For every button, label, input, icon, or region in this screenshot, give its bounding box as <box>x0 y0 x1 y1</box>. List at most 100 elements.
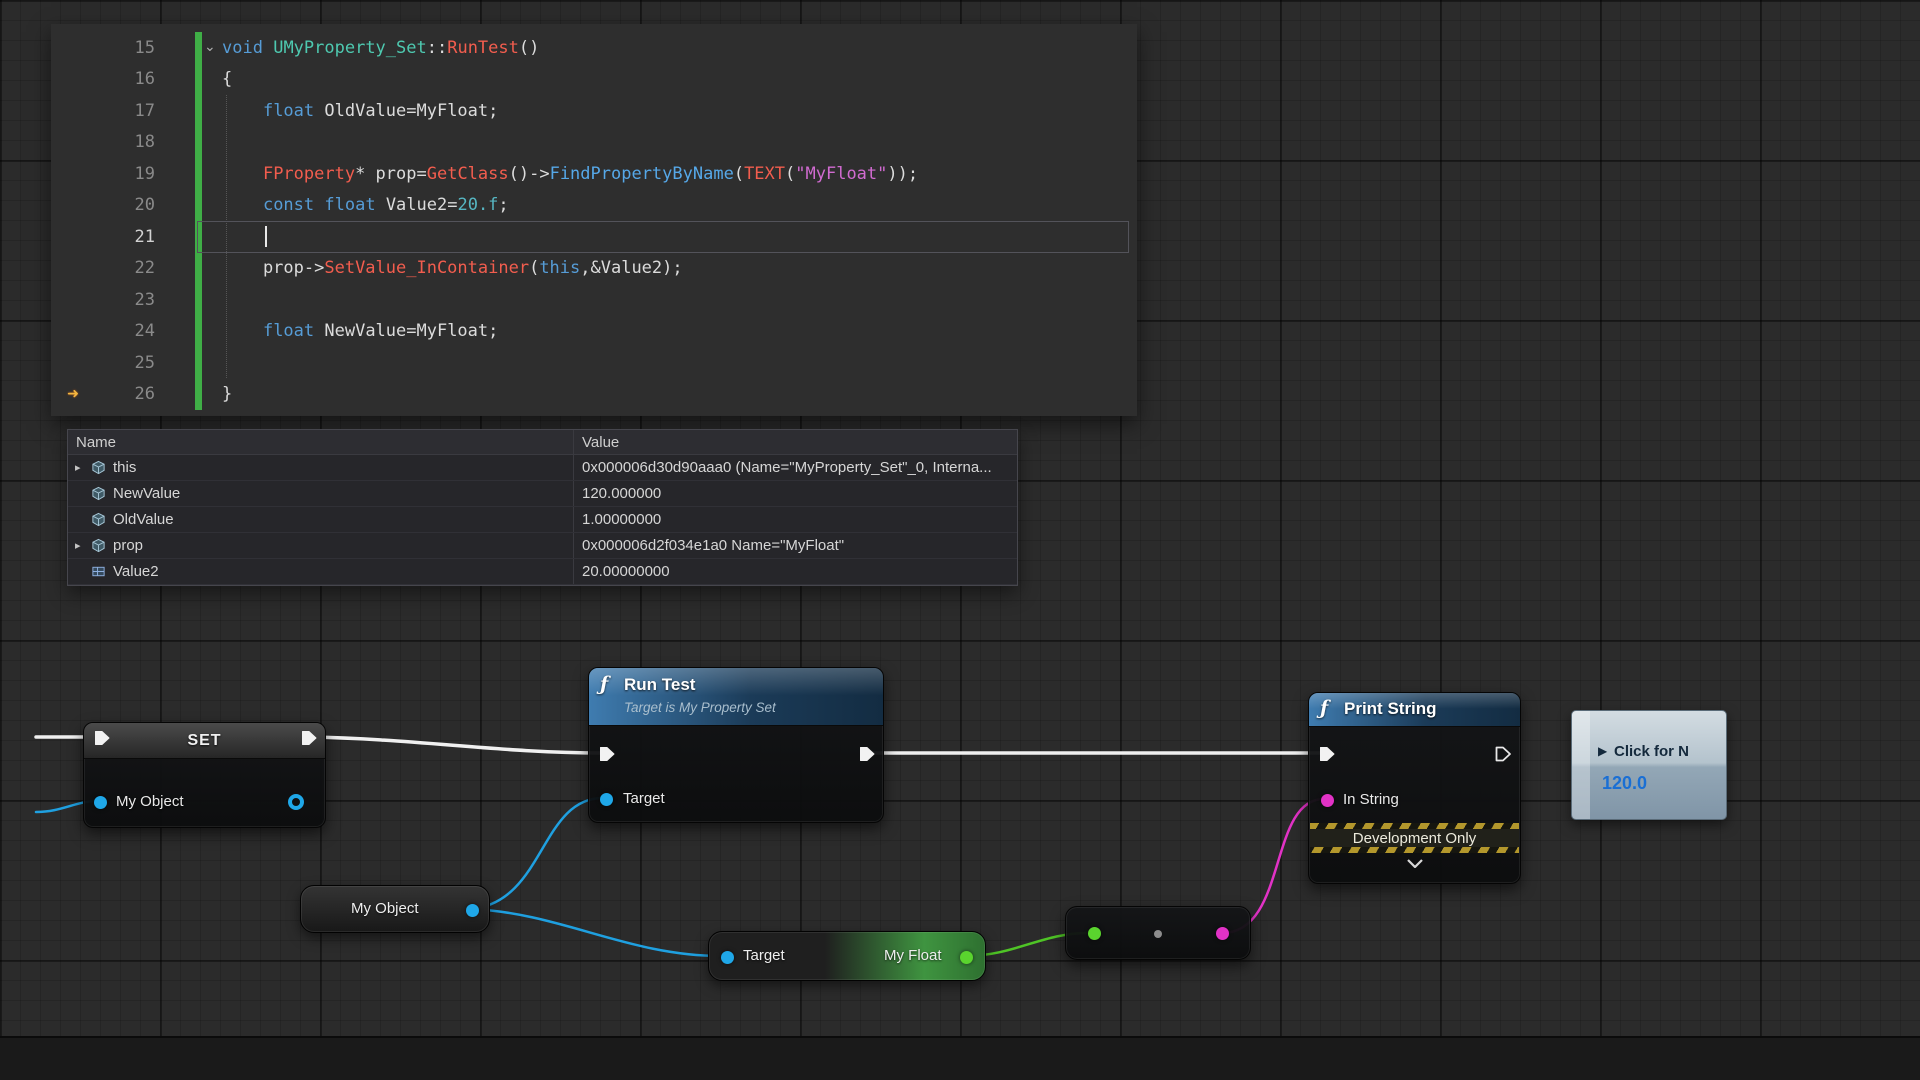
watch-variable-value[interactable]: 1.00000000 <box>574 507 1017 532</box>
watch-row-Value2[interactable]: Value2 20.00000000 <box>68 559 1017 585</box>
watch-variable-value[interactable]: 120.000000 <box>574 481 1017 506</box>
code-line-25[interactable]: 25 <box>51 347 1137 379</box>
expand-node-chevron-icon[interactable] <box>1407 859 1423 868</box>
exec-in-pin[interactable] <box>94 730 111 746</box>
code-line-18[interactable]: 18 <box>51 127 1137 159</box>
my-object-input-pin[interactable] <box>94 796 107 809</box>
code-line-22[interactable]: 22 prop->SetValue_InContainer(this,&Valu… <box>51 253 1137 285</box>
code-line-19[interactable]: 19 FProperty* prop=GetClass()->FindPrope… <box>51 158 1137 190</box>
cube-icon <box>91 460 106 475</box>
line-number: 24 <box>95 321 155 341</box>
code-line-26[interactable]: ➜26} <box>51 379 1137 411</box>
object-wire-my-object-to-get-my-float-target[interactable] <box>471 909 721 956</box>
watch-name-cell: NewValue <box>68 481 574 506</box>
code-text[interactable]: float NewValue=MyFloat; <box>155 321 498 341</box>
target-pin-label: Target <box>743 947 785 964</box>
code-text[interactable]: float OldValue=MyFloat; <box>155 101 498 121</box>
watch-header: Name Value <box>68 430 1017 455</box>
current-statement-arrow-icon[interactable]: ➜ <box>51 383 95 405</box>
object-wire-my-object-to-run-test-target[interactable] <box>471 798 603 909</box>
watch-row-this[interactable]: ▸ this 0x000006d30d90aaa0 (Name="MyPropert… <box>68 455 1017 481</box>
cube-icon <box>91 486 106 501</box>
watch-name-cell: Value2 <box>68 559 574 584</box>
node-print-string[interactable]: ƒ Print String In String Development Onl… <box>1308 692 1521 884</box>
cube-icon <box>91 538 106 553</box>
exec-out-pin[interactable] <box>859 746 876 762</box>
line-number: 22 <box>95 258 155 278</box>
line-number: 21 <box>95 227 155 247</box>
expand-arrow-icon[interactable]: ▸ <box>75 461 91 474</box>
line-number: 16 <box>95 69 155 89</box>
watch-variable-value[interactable]: 0x000006d30d90aaa0 (Name="MyProperty_Set… <box>574 455 1017 480</box>
unreal-blueprint-editor: SET My Object ƒ Run Test Target is My Pr… <box>0 0 1920 1080</box>
code-editor-panel[interactable]: ⌄ 15void UMyProperty_Set::RunTest()16{17… <box>51 24 1137 416</box>
development-only-banner: Development Only <box>1310 823 1519 853</box>
my-object-output-pin[interactable] <box>466 904 479 917</box>
code-text[interactable]: } <box>155 384 232 404</box>
code-text[interactable]: FProperty* prop=GetClass()->FindProperty… <box>155 164 918 184</box>
watch-variable-name: this <box>113 459 136 476</box>
line-number: 23 <box>95 290 155 310</box>
target-input-pin[interactable] <box>721 951 734 964</box>
run-test-header: ƒ Run Test Target is My Property Set <box>589 668 883 726</box>
code-line-20[interactable]: 20 const float Value2=20.f; <box>51 190 1137 222</box>
watch-variable-value[interactable]: 0x000006d2f034e1a0 Name="MyFloat" <box>574 533 1017 558</box>
watch-variable-name: prop <box>113 537 143 554</box>
conversion-dot-icon <box>1154 930 1162 938</box>
code-text[interactable]: void UMyProperty_Set::RunTest() <box>155 38 539 58</box>
watch-variable-name: Value2 <box>113 563 159 580</box>
development-only-label: Development Only <box>1310 829 1519 847</box>
line-number: 15 <box>95 38 155 58</box>
in-string-pin-label: In String <box>1343 791 1399 808</box>
code-line-16[interactable]: 16{ <box>51 64 1137 96</box>
watch-variable-name: NewValue <box>113 485 180 502</box>
line-number: 26 <box>95 384 155 404</box>
print-string-title: Print String <box>1344 699 1437 719</box>
node-run-test[interactable]: ƒ Run Test Target is My Property Set Tar… <box>588 667 884 823</box>
node-get-my-object[interactable]: My Object <box>300 885 490 933</box>
conversion-input-pin[interactable] <box>1088 927 1101 940</box>
code-text[interactable]: { <box>155 69 232 89</box>
code-text[interactable]: prop->SetValue_InContainer(this,&Value2)… <box>155 258 683 278</box>
exec-in-pin[interactable] <box>599 746 616 762</box>
watch-column-value[interactable]: Value <box>574 430 1017 454</box>
function-icon: ƒ <box>1320 697 1328 719</box>
code-lines: 15void UMyProperty_Set::RunTest()16{17 f… <box>51 32 1137 410</box>
line-number: 20 <box>95 195 155 215</box>
my-float-output-pin[interactable] <box>960 951 973 964</box>
node-float-to-string-conversion[interactable] <box>1065 906 1251 960</box>
code-text[interactable]: const float Value2=20.f; <box>155 195 509 215</box>
watch-name-cell: OldValue <box>68 507 574 532</box>
print-string-header: ƒ Print String <box>1309 693 1520 727</box>
exec-wire-set-to-run-test[interactable] <box>309 737 603 753</box>
exec-out-pin[interactable] <box>301 730 318 746</box>
code-text[interactable] <box>155 226 267 247</box>
code-line-24[interactable]: 24 float NewValue=MyFloat; <box>51 316 1137 348</box>
function-icon: ƒ <box>600 673 608 695</box>
code-line-17[interactable]: 17 float OldValue=MyFloat; <box>51 95 1137 127</box>
code-line-23[interactable]: 23 <box>51 284 1137 316</box>
watch-window[interactable]: Name Value ▸ this 0x000006d30d90aaa0 (Name… <box>67 429 1018 586</box>
debug-watch-bubble[interactable]: ▶ Click for N 120.0 <box>1571 710 1727 820</box>
code-line-21[interactable]: 21 <box>51 221 1137 253</box>
run-test-title: Run Test <box>624 675 695 695</box>
cube-icon <box>91 512 106 527</box>
text-caret <box>265 226 267 247</box>
node-get-my-float[interactable]: Target My Float <box>708 931 986 981</box>
node-set-my-object[interactable]: SET My Object <box>83 722 326 828</box>
exec-out-pin[interactable] <box>1495 746 1512 762</box>
in-string-input-pin[interactable] <box>1321 794 1334 807</box>
set-output-pin[interactable] <box>288 794 304 810</box>
watch-row-NewValue[interactable]: NewValue 120.000000 <box>68 481 1017 507</box>
field-icon <box>91 564 106 579</box>
watch-row-prop[interactable]: ▸ prop 0x000006d2f034e1a0 Name="MyFloat" <box>68 533 1017 559</box>
expand-arrow-icon[interactable]: ▸ <box>75 539 91 552</box>
exec-in-pin[interactable] <box>1319 746 1336 762</box>
code-line-15[interactable]: 15void UMyProperty_Set::RunTest() <box>51 32 1137 64</box>
conversion-output-pin[interactable] <box>1216 927 1229 940</box>
watch-row-OldValue[interactable]: OldValue1.00000000 <box>68 507 1017 533</box>
watch-column-name[interactable]: Name <box>68 430 574 454</box>
watch-variable-value[interactable]: 20.00000000 <box>574 559 1017 584</box>
target-input-pin[interactable] <box>600 793 613 806</box>
line-number: 17 <box>95 101 155 121</box>
